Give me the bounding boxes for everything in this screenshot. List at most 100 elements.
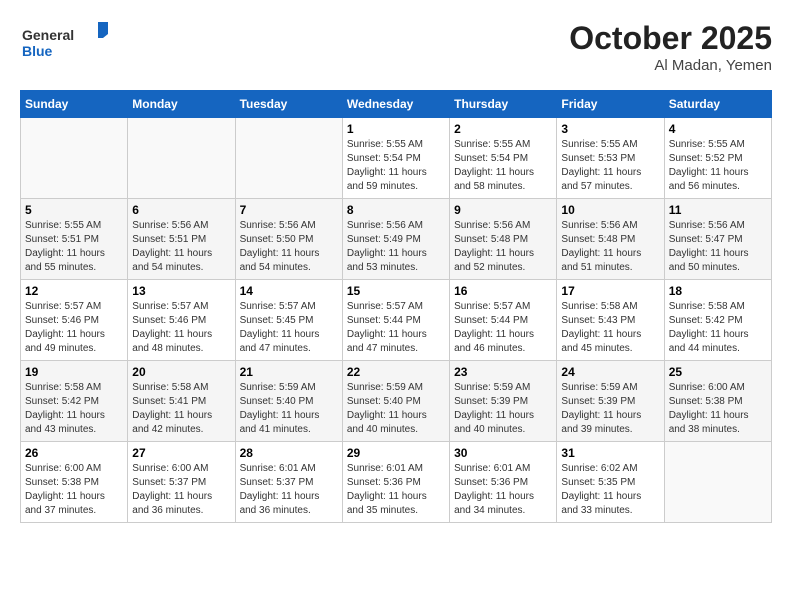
day-info: Sunrise: 5:55 AM Sunset: 5:51 PM Dayligh…	[25, 219, 123, 275]
day-number: 17	[561, 284, 659, 298]
day-cell: 31 Sunrise: 6:02 AM Sunset: 5:35 PM Dayli…	[557, 442, 664, 523]
calendar-table: SundayMondayTuesdayWednesdayThursdayFrid…	[20, 90, 772, 523]
day-info: Sunrise: 5:57 AM Sunset: 5:44 PM Dayligh…	[454, 300, 552, 356]
day-number: 27	[132, 446, 230, 460]
day-number: 9	[454, 203, 552, 217]
day-info: Sunrise: 6:01 AM Sunset: 5:36 PM Dayligh…	[347, 462, 445, 518]
day-number: 7	[240, 203, 338, 217]
day-info: Sunrise: 5:58 AM Sunset: 5:42 PM Dayligh…	[25, 381, 123, 437]
day-cell: 21 Sunrise: 5:59 AM Sunset: 5:40 PM Dayli…	[235, 361, 342, 442]
day-cell	[235, 118, 342, 199]
day-info: Sunrise: 6:00 AM Sunset: 5:38 PM Dayligh…	[25, 462, 123, 518]
day-info: Sunrise: 5:59 AM Sunset: 5:39 PM Dayligh…	[561, 381, 659, 437]
day-info: Sunrise: 5:55 AM Sunset: 5:54 PM Dayligh…	[454, 138, 552, 194]
title-area: October 2025 Al Madan, Yemen	[569, 20, 772, 74]
day-number: 28	[240, 446, 338, 460]
day-number: 10	[561, 203, 659, 217]
weekday-tuesday: Tuesday	[235, 91, 342, 118]
svg-text:Blue: Blue	[22, 43, 53, 59]
day-cell: 3Sunrise: 5:55 AM Sunset: 5:53 PM Daylig…	[557, 118, 664, 199]
day-number: 16	[454, 284, 552, 298]
day-info: Sunrise: 6:00 AM Sunset: 5:37 PM Dayligh…	[132, 462, 230, 518]
weekday-thursday: Thursday	[450, 91, 557, 118]
day-number: 5	[25, 203, 123, 217]
weekday-header-row: SundayMondayTuesdayWednesdayThursdayFrid…	[21, 91, 772, 118]
day-info: Sunrise: 5:55 AM Sunset: 5:52 PM Dayligh…	[669, 138, 767, 194]
day-number: 20	[132, 365, 230, 379]
day-info: Sunrise: 5:58 AM Sunset: 5:43 PM Dayligh…	[561, 300, 659, 356]
day-cell: 25Sunrise: 6:00 AM Sunset: 5:38 PM Dayli…	[664, 361, 771, 442]
day-cell: 30 Sunrise: 6:01 AM Sunset: 5:36 PM Dayli…	[450, 442, 557, 523]
day-cell: 22 Sunrise: 5:59 AM Sunset: 5:40 PM Dayli…	[342, 361, 449, 442]
day-info: Sunrise: 5:57 AM Sunset: 5:46 PM Dayligh…	[132, 300, 230, 356]
day-number: 19	[25, 365, 123, 379]
day-info: Sunrise: 5:59 AM Sunset: 5:39 PM Dayligh…	[454, 381, 552, 437]
day-number: 22	[347, 365, 445, 379]
svg-text:General: General	[22, 27, 74, 43]
day-info: Sunrise: 5:57 AM Sunset: 5:44 PM Dayligh…	[347, 300, 445, 356]
day-number: 1	[347, 122, 445, 136]
day-cell: 17 Sunrise: 5:58 AM Sunset: 5:43 PM Dayli…	[557, 280, 664, 361]
logo-image: General Blue	[20, 20, 110, 65]
day-number: 31	[561, 446, 659, 460]
day-cell: 16 Sunrise: 5:57 AM Sunset: 5:44 PM Dayli…	[450, 280, 557, 361]
day-info: Sunrise: 5:56 AM Sunset: 5:49 PM Dayligh…	[347, 219, 445, 275]
day-info: Sunrise: 5:57 AM Sunset: 5:45 PM Dayligh…	[240, 300, 338, 356]
day-info: Sunrise: 6:02 AM Sunset: 5:35 PM Dayligh…	[561, 462, 659, 518]
day-cell: 18 Sunrise: 5:58 AM Sunset: 5:42 PM Dayli…	[664, 280, 771, 361]
day-cell: 2 Sunrise: 5:55 AM Sunset: 5:54 PM Daylig…	[450, 118, 557, 199]
day-number: 18	[669, 284, 767, 298]
day-cell	[128, 118, 235, 199]
day-info: Sunrise: 5:58 AM Sunset: 5:41 PM Dayligh…	[132, 381, 230, 437]
day-cell: 26 Sunrise: 6:00 AM Sunset: 5:38 PM Dayli…	[21, 442, 128, 523]
day-cell: 14 Sunrise: 5:57 AM Sunset: 5:45 PM Dayli…	[235, 280, 342, 361]
logo: General Blue	[20, 20, 110, 65]
day-info: Sunrise: 6:00 AM Sunset: 5:38 PM Dayligh…	[669, 381, 767, 437]
day-number: 4	[669, 122, 767, 136]
day-number: 12	[25, 284, 123, 298]
day-info: Sunrise: 5:59 AM Sunset: 5:40 PM Dayligh…	[347, 381, 445, 437]
page-header: General Blue October 2025 Al Madan, Yeme…	[20, 20, 772, 74]
location: Al Madan, Yemen	[569, 57, 772, 74]
day-cell: 13Sunrise: 5:57 AM Sunset: 5:46 PM Dayli…	[128, 280, 235, 361]
day-cell: 1Sunrise: 5:55 AM Sunset: 5:54 PM Daylig…	[342, 118, 449, 199]
day-cell	[664, 442, 771, 523]
day-number: 23	[454, 365, 552, 379]
day-cell	[21, 118, 128, 199]
week-row-3: 12 Sunrise: 5:57 AM Sunset: 5:46 PM Dayli…	[21, 280, 772, 361]
day-info: Sunrise: 5:59 AM Sunset: 5:40 PM Dayligh…	[240, 381, 338, 437]
day-info: Sunrise: 5:58 AM Sunset: 5:42 PM Dayligh…	[669, 300, 767, 356]
day-cell: 28 Sunrise: 6:01 AM Sunset: 5:37 PM Dayli…	[235, 442, 342, 523]
day-info: Sunrise: 6:01 AM Sunset: 5:37 PM Dayligh…	[240, 462, 338, 518]
day-number: 11	[669, 203, 767, 217]
day-info: Sunrise: 5:56 AM Sunset: 5:50 PM Dayligh…	[240, 219, 338, 275]
day-number: 21	[240, 365, 338, 379]
day-number: 26	[25, 446, 123, 460]
day-number: 14	[240, 284, 338, 298]
day-cell: 23 Sunrise: 5:59 AM Sunset: 5:39 PM Dayli…	[450, 361, 557, 442]
week-row-2: 5 Sunrise: 5:55 AM Sunset: 5:51 PM Daylig…	[21, 199, 772, 280]
day-info: Sunrise: 6:01 AM Sunset: 5:36 PM Dayligh…	[454, 462, 552, 518]
calendar-header: SundayMondayTuesdayWednesdayThursdayFrid…	[21, 91, 772, 118]
day-number: 3	[561, 122, 659, 136]
day-cell: 10Sunrise: 5:56 AM Sunset: 5:48 PM Dayli…	[557, 199, 664, 280]
day-number: 29	[347, 446, 445, 460]
day-cell: 8Sunrise: 5:56 AM Sunset: 5:49 PM Daylig…	[342, 199, 449, 280]
month-title: October 2025	[569, 20, 772, 57]
day-number: 2	[454, 122, 552, 136]
week-row-5: 26 Sunrise: 6:00 AM Sunset: 5:38 PM Dayli…	[21, 442, 772, 523]
day-number: 30	[454, 446, 552, 460]
day-info: Sunrise: 5:56 AM Sunset: 5:48 PM Dayligh…	[454, 219, 552, 275]
day-cell: 11 Sunrise: 5:56 AM Sunset: 5:47 PM Dayli…	[664, 199, 771, 280]
day-number: 6	[132, 203, 230, 217]
day-cell: 6Sunrise: 5:56 AM Sunset: 5:51 PM Daylig…	[128, 199, 235, 280]
week-row-4: 19 Sunrise: 5:58 AM Sunset: 5:42 PM Dayli…	[21, 361, 772, 442]
day-cell: 5 Sunrise: 5:55 AM Sunset: 5:51 PM Daylig…	[21, 199, 128, 280]
day-number: 24	[561, 365, 659, 379]
day-cell: 9 Sunrise: 5:56 AM Sunset: 5:48 PM Daylig…	[450, 199, 557, 280]
day-info: Sunrise: 5:56 AM Sunset: 5:47 PM Dayligh…	[669, 219, 767, 275]
day-number: 15	[347, 284, 445, 298]
day-cell: 15 Sunrise: 5:57 AM Sunset: 5:44 PM Dayli…	[342, 280, 449, 361]
day-cell: 19 Sunrise: 5:58 AM Sunset: 5:42 PM Dayli…	[21, 361, 128, 442]
week-row-1: 1 Sunrise: 5:55 AM Sunset: 5:54 PM Daylig…	[21, 118, 772, 199]
